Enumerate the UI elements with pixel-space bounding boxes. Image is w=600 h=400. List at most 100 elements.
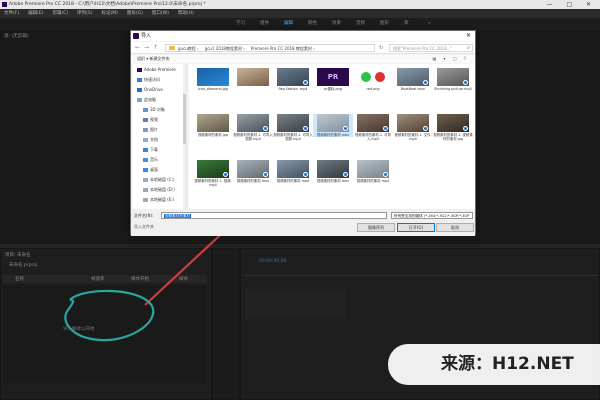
workspace-tab-6[interactable]: 图形 [380,18,389,29]
project-bin-area[interactable] [3,285,207,383]
sidebar-item-7[interactable]: 文档 [143,137,158,143]
project-empty-hint: 导入媒体以开始 [63,327,95,332]
file-thumbnail [437,68,469,86]
import-folder-label[interactable]: 导入文件夹 [134,224,154,230]
file-item[interactable]: 视频素材的素材-1. 视频.mp4 [193,160,233,187]
sidebar-item-1[interactable]: 快速访问 [137,77,160,83]
sidebar-item-6[interactable]: 图片 [143,127,158,133]
window-controls[interactable]: — □ ✕ [546,0,597,9]
workspace-tab-2[interactable]: 编辑 [284,18,293,29]
file-item[interactable]: 视频素材的素材-1. 可导入.mp4 [353,114,393,141]
sidebar-item-icon [143,198,148,202]
sidebar-item-label: 3D 对象 [150,107,165,112]
menu-item-1[interactable]: 编辑(E) [28,11,43,16]
file-thumbnail [197,68,229,86]
project-panel-title[interactable]: 项目: 未命名 [5,252,30,258]
file-item[interactable]: 视频素材的素材-1. 可导入视频.mp4 [233,114,273,141]
sidebar-item-11[interactable]: 本地磁盘 (C:) [143,177,175,183]
timeline-divider [245,275,597,276]
premiere-media-badge-icon [303,126,308,131]
menu-item-5[interactable]: 图形(G) [127,11,143,16]
organize-new-folder[interactable]: 组织 ▾ 新建文件夹 [137,56,170,61]
workspace-tab-0[interactable]: 学习 [236,18,245,29]
menu-item-2[interactable]: 剪辑(C) [52,11,68,16]
premiere-window: Adobe Premiere Pro CC 2018 - C:\用户\H12\文… [0,0,600,400]
file-item[interactable]: 视频素材的素材-1. 视频素材的素材.jpg [433,114,473,141]
project-column-2[interactable]: 媒体开始 [131,276,149,282]
sidebar-item-label: 图片 [150,127,158,132]
filename-input[interactable]: 视频素材的素材 [161,212,387,219]
forward-arrow-icon[interactable]: → [144,44,149,52]
sidebar-item-icon [143,158,148,162]
project-column-1[interactable]: 帧速率 [91,276,105,282]
file-item[interactable]: Shrinking picture.mp4 [433,68,473,91]
premiere-dialog-icon [133,33,139,39]
file-thumbnail [237,160,269,178]
file-item[interactable]: 视频素材的素材-1. 可导入视频.mp4 [273,114,313,141]
sidebar-item-10[interactable]: 桌面 [143,167,158,173]
up-arrow-icon[interactable]: ↑ [153,44,158,52]
project-column-3[interactable]: 媒体 [179,276,188,282]
sidebar-item-3[interactable]: 此电脑 [137,97,156,103]
sidebar-item-0[interactable]: Adobe Premiere [137,67,176,72]
breadcrumb-item-2[interactable]: Premiere Pro CC 2018 教程素材 › [251,46,315,51]
workspace-tab-7[interactable]: 库 [404,18,409,29]
file-item[interactable]: 视频素材的素材.mp4 [273,160,313,183]
sidebar-item-8[interactable]: 下载 [143,147,158,153]
file-item[interactable]: BoatBoat.mov [393,68,433,91]
refresh-icon[interactable]: ↻ [379,45,383,51]
file-item[interactable]: 视频素材的素材.jpg [193,114,233,137]
menu-item-3[interactable]: 序列(S) [77,11,92,16]
file-item[interactable]: 视频素材的素材-1. 文件.mp4 [393,114,433,141]
file-thumbnail [277,160,309,178]
sidebar-item-icon [143,138,148,142]
project-panel: 项目: 未命名 未命名.prproj 名称 帧速率 媒体开始 媒体 导入媒体以开始 [0,248,212,400]
cancel-button[interactable]: 取消 [436,223,474,232]
file-item[interactable]: PR pr图标.png [313,68,353,91]
file-item[interactable]: 视频素材的素材.mov [313,160,353,183]
sidebar-item-5[interactable]: 视频 [143,117,158,123]
workspace-tab-3[interactable]: 颜色 [308,18,317,29]
file-name: icon_diamond.jpg [198,87,228,91]
sidebar-item-icon [137,78,142,82]
sidebar-item-13[interactable]: 本地磁盘 (E:) [143,197,174,203]
sidebar-item-icon [143,128,148,132]
file-name: Pag Station .mp4 [278,87,308,91]
file-item[interactable] [233,68,273,87]
file-item[interactable]: Pag Station .mp4 [273,68,313,91]
file-item[interactable]: 视频素材的素材.mov [313,114,353,137]
breadcrumb-item-1[interactable]: gcu1 2018教程素材 › [205,46,245,51]
sidebar-item-4[interactable]: 3D 对象 [143,107,165,113]
project-column-0[interactable]: 名称 [15,276,24,282]
file-item[interactable]: icon_diamond.jpg [193,68,233,91]
search-input[interactable]: 搜索"Premiere Pro CC 2018..." ⌕ [389,44,473,52]
back-arrow-icon[interactable]: ← [135,44,140,52]
sidebar-scroll-thumb[interactable] [183,94,186,144]
workspace-tab-4[interactable]: 效果 [332,18,341,29]
file-thumbnail [197,114,229,132]
file-item[interactable]: red.png [353,68,393,91]
sidebar-item-label: 本地磁盘 (E:) [150,197,175,202]
open-button[interactable]: 打开(O) [397,223,435,232]
menu-item-4[interactable]: 标记(M) [102,11,118,16]
workspace-tab-5[interactable]: 音频 [356,18,365,29]
breadcrumb[interactable]: gucu教程 › gcu1 2018教程素材 › Premiere Pro CC 2… [165,44,375,52]
close-icon[interactable]: ✕ [466,31,471,41]
sidebar-item-2[interactable]: OneDrive [137,87,163,92]
file-item[interactable]: 视频素材的素材.mov [233,160,273,183]
workspace-tab-1[interactable]: 组件 [260,18,269,29]
menu-item-7[interactable]: 帮助(H) [178,11,194,16]
breadcrumb-item-0[interactable]: gucu教程 › [178,46,199,51]
premiere-app-icon [2,2,7,7]
sidebar-item-12[interactable]: 本地磁盘 (D:) [143,187,175,193]
image-sequence-button[interactable]: 图像序列 [357,223,395,232]
file-item[interactable]: 视频素材的素材.mp4 [353,160,393,183]
view-options-icon[interactable]: ▦ ▾ □ ? [432,55,469,63]
file-type-select[interactable]: 所有受支持的媒体 (*.264;*.3G2;*.3GP;*.3GP [391,212,473,219]
sidebar-item-icon [143,118,148,122]
menu-item-6[interactable]: 窗口(W) [152,11,169,16]
premiere-media-badge-icon [383,172,388,177]
sidebar-item-9[interactable]: 音乐 [143,157,158,163]
workspace-tab-8[interactable]: » [428,18,431,29]
menu-item-0[interactable]: 文件(F) [4,11,19,16]
